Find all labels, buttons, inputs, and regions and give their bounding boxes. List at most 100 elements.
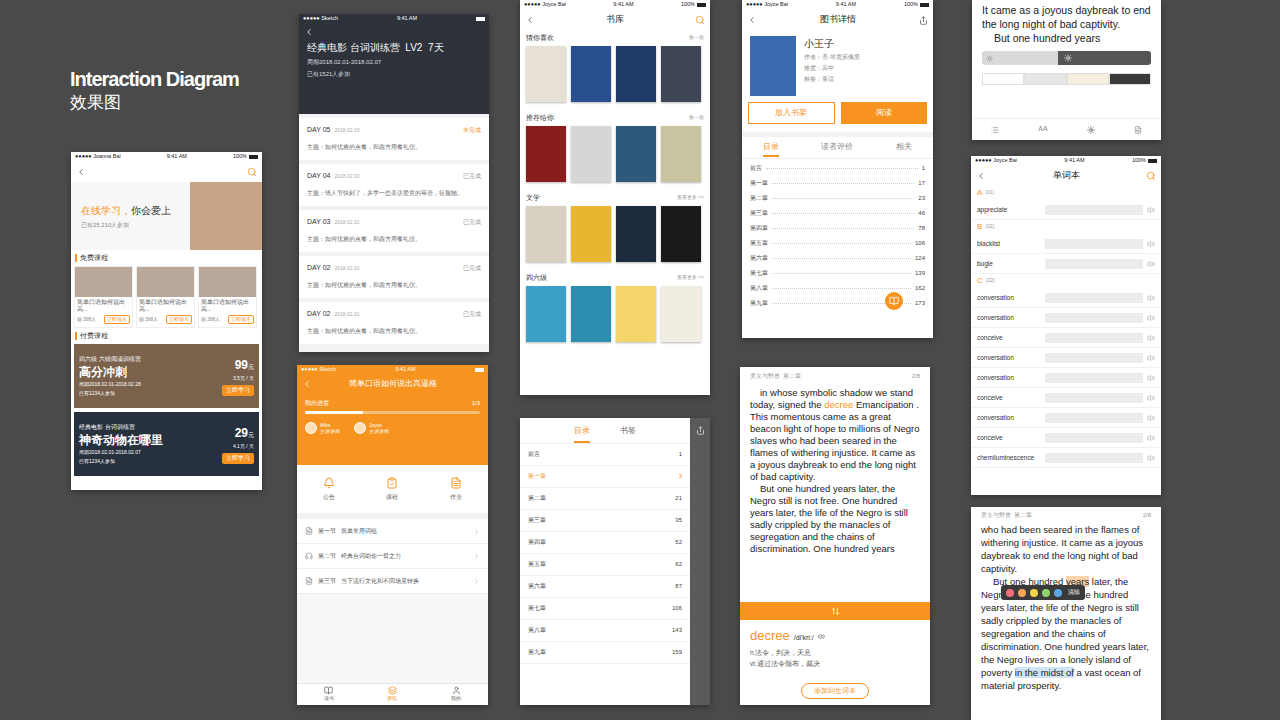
speaker-icon[interactable] xyxy=(1147,294,1155,302)
toc-tab[interactable]: 书签 xyxy=(620,425,636,443)
book-cover[interactable] xyxy=(616,46,656,102)
action-button[interactable]: 课程 xyxy=(386,477,398,502)
chapter-row[interactable]: 第二章23 xyxy=(742,191,933,206)
list-icon[interactable] xyxy=(991,126,999,134)
chapter-row[interactable]: 第五章62 xyxy=(520,554,690,576)
study-button[interactable]: 立即学习 xyxy=(222,385,254,396)
chapter-row[interactable]: 第八章162 xyxy=(742,281,933,296)
book-cover[interactable] xyxy=(526,46,566,102)
chapter-row[interactable]: 第九章173 xyxy=(742,296,933,311)
chapter-row[interactable]: 第八章143 xyxy=(520,620,690,642)
word-row[interactable]: appreciate xyxy=(971,200,1161,220)
book-cover[interactable] xyxy=(616,286,656,342)
chapter-row[interactable]: 第二章21 xyxy=(520,488,690,510)
chapter-row[interactable]: 第七章139 xyxy=(742,266,933,281)
tab-item[interactable]: 课程 xyxy=(387,686,397,703)
book-action-button[interactable]: 阅读 xyxy=(841,102,928,124)
back-icon[interactable] xyxy=(76,167,86,177)
word-row[interactable]: blacklist xyxy=(971,234,1161,254)
share-icon[interactable] xyxy=(919,16,928,25)
enroll-button[interactable]: 立即报名 xyxy=(228,315,254,324)
word-row[interactable]: conceive xyxy=(971,328,1161,348)
speaker-icon[interactable] xyxy=(1147,314,1155,322)
day-item[interactable]: DAY 052018.02.03未完成主题：如何优雅的点餐，和西方用餐礼仪。 xyxy=(299,118,489,160)
speaker-icon[interactable] xyxy=(1147,260,1155,268)
chapter-row[interactable]: 第四章52 xyxy=(520,532,690,554)
book-cover[interactable] xyxy=(616,126,656,182)
search-icon[interactable] xyxy=(247,167,257,177)
book-cover[interactable] xyxy=(526,286,566,342)
background-swatch[interactable] xyxy=(982,73,1024,85)
font-button[interactable]: AA xyxy=(1038,124,1047,135)
book-cover[interactable] xyxy=(571,126,611,182)
chapter-icon[interactable] xyxy=(1134,126,1142,134)
speaker-icon[interactable] xyxy=(1147,434,1155,442)
book-cover[interactable] xyxy=(661,46,701,102)
detail-tab[interactable]: 目录 xyxy=(763,139,779,157)
lesson-item[interactable]: 第一节简单常用词组 xyxy=(297,519,488,544)
back-icon[interactable] xyxy=(304,27,314,37)
selected-word[interactable]: decree xyxy=(824,399,853,410)
speaker-icon[interactable] xyxy=(1147,206,1155,214)
text-run[interactable]: who had been seared in the flames of wit… xyxy=(981,524,1143,574)
back-icon[interactable] xyxy=(747,15,757,25)
speaker-icon[interactable] xyxy=(1147,354,1155,362)
color-dot[interactable] xyxy=(1018,589,1026,597)
background-swatch[interactable] xyxy=(1067,73,1109,85)
background-swatch[interactable] xyxy=(1109,73,1151,85)
chapter-row[interactable]: 第六章124 xyxy=(742,251,933,266)
word-row[interactable]: bugle xyxy=(971,254,1161,274)
word-row[interactable]: conceive xyxy=(971,428,1161,448)
section-link[interactable]: 换一批 xyxy=(689,34,704,42)
paid-course-card[interactable]: 经典电影 台词训练营神奇动物在哪里周期2018.02.01-2018.02.07… xyxy=(74,412,259,476)
word-row[interactable]: conversation xyxy=(971,348,1161,368)
word-row[interactable]: conceive xyxy=(971,388,1161,408)
lesson-item[interactable]: 第三节当下流行文化和不同场景转换 xyxy=(297,569,488,594)
paid-course-card[interactable]: 四六级 六级阅读训练营高分冲刺周期2018.02.01-2018.02.28已有… xyxy=(74,344,259,408)
speaker-icon[interactable] xyxy=(1147,334,1155,342)
color-dot[interactable] xyxy=(1042,589,1050,597)
speaker-icon[interactable] xyxy=(1147,240,1155,248)
word-row[interactable]: conversation xyxy=(971,368,1161,388)
chapter-row[interactable]: 第一章17 xyxy=(742,176,933,191)
free-course-card[interactable]: 简单口语如何说出高...398人立即报名 xyxy=(74,266,133,328)
search-icon[interactable] xyxy=(1146,171,1156,181)
book-cover[interactable] xyxy=(526,126,566,182)
speaker-icon[interactable] xyxy=(818,633,825,640)
book-cover[interactable] xyxy=(616,206,656,262)
color-dot[interactable] xyxy=(1030,589,1038,597)
speaker-icon[interactable] xyxy=(1147,414,1155,422)
book-action-button[interactable]: 放入书架 xyxy=(748,102,835,124)
book-cover[interactable] xyxy=(571,286,611,342)
chapter-row[interactable]: 第四章78 xyxy=(742,221,933,236)
chapter-row[interactable]: 第七章106 xyxy=(520,598,690,620)
book-cover[interactable] xyxy=(661,286,701,342)
search-icon[interactable] xyxy=(695,15,705,25)
day-item[interactable]: DAY 022018.02.01已完成主题：如何优雅的点餐，和西方用餐礼仪。 xyxy=(299,302,489,344)
book-cover[interactable] xyxy=(661,126,701,182)
speaker-icon[interactable] xyxy=(1147,394,1155,402)
brightness-slider[interactable] xyxy=(982,51,1151,65)
action-button[interactable]: 作业 xyxy=(450,477,462,502)
share-icon[interactable] xyxy=(696,426,705,435)
text-run[interactable]: Emancipation . This momentous came as a … xyxy=(750,399,920,482)
tab-item[interactable]: 读书 xyxy=(324,686,334,703)
clear-button[interactable]: 清除 xyxy=(1068,588,1080,597)
speaker-icon[interactable] xyxy=(1147,374,1155,382)
book-cover[interactable] xyxy=(661,206,701,262)
background-swatch[interactable] xyxy=(1024,73,1066,85)
day-item[interactable]: DAY 022018.02.01已完成主题：如何优雅的点餐，和西方用餐礼仪。 xyxy=(299,256,489,298)
highlighted-text[interactable]: in the midst of xyxy=(1015,667,1074,678)
word-row[interactable]: conversation xyxy=(971,408,1161,428)
section-link[interactable]: 换一批 xyxy=(689,114,704,122)
detail-tab[interactable]: 读者评价 xyxy=(821,139,853,157)
enroll-button[interactable]: 立即报名 xyxy=(166,315,192,324)
text-run[interactable]: But one hundred years later, the Negro s… xyxy=(750,483,908,554)
chapter-row[interactable]: 第三章35 xyxy=(520,510,690,532)
lesson-item[interactable]: 第二节经典台词助你一臂之力 xyxy=(297,544,488,569)
book-cover[interactable] xyxy=(571,206,611,262)
toc-tab[interactable]: 目录 xyxy=(574,425,590,443)
popup-handle[interactable] xyxy=(740,602,930,620)
chapter-row[interactable]: 前言1 xyxy=(520,444,690,466)
chapter-row[interactable]: 第三章46 xyxy=(742,206,933,221)
